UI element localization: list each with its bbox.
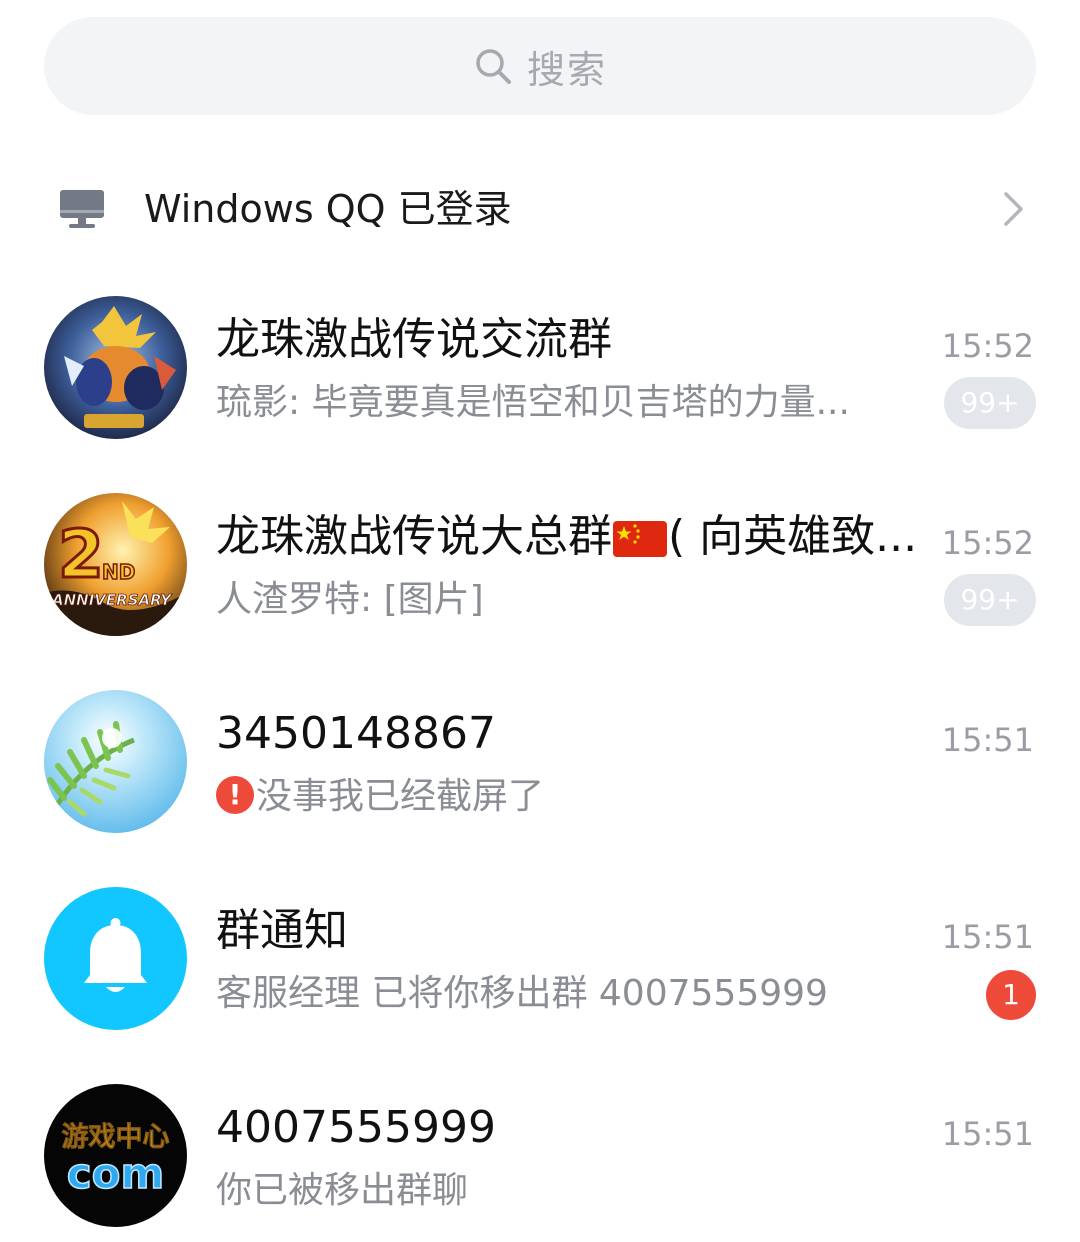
conversation-item[interactable]: 3450148867 15:51 ! 没事我已经截屏了 (0, 662, 1080, 859)
avatar: 游戏中心 com (44, 1084, 187, 1227)
avatar (44, 887, 187, 1030)
conversation-name-part: 龙珠激战传说大总群 (216, 511, 612, 562)
conversation-name-part: ( 向英雄致... (668, 511, 918, 562)
conversation-item[interactable]: 龙珠激战传说交流群 15:52 琉影: 毕竟要真是悟空和贝吉塔的力量... 99… (0, 268, 1080, 465)
unread-badge: 99+ (944, 574, 1036, 626)
search-icon (473, 46, 513, 86)
device-login-row[interactable]: Windows QQ 已登录 (0, 160, 1080, 260)
search-placeholder: 搜索 (526, 47, 607, 92)
conversation-preview: 你已被移出群聊 (216, 1170, 469, 1211)
avatar (44, 690, 187, 833)
avatar-text-bottom: com (67, 1149, 165, 1198)
conversation-preview: 琉影: 毕竟要真是悟空和贝吉塔的力量... (216, 382, 850, 423)
conversation-preview: ! 没事我已经截屏了 (216, 772, 896, 822)
conversation-preview: 客服经理 已将你移出群 4007555999 (216, 973, 828, 1014)
chevron-right-icon (1000, 190, 1026, 228)
china-flag-icon (612, 516, 668, 557)
conversation-name: 龙珠激战传说大总群 ( 向英雄致... (216, 509, 946, 565)
device-login-label: Windows QQ 已登录 (144, 187, 512, 231)
anniversary-label: ANNIVERSARY (51, 591, 173, 609)
conversation-name: 4007555999 (216, 1102, 496, 1153)
conversation-time: 15:52 (941, 327, 1034, 365)
conversation-name: 龙珠激战传说交流群 (216, 314, 612, 365)
conversation-time: 15:51 (941, 1115, 1034, 1153)
conversation-name: 3450148867 (216, 708, 496, 759)
unread-badge: 1 (986, 970, 1036, 1020)
conversation-name: 群通知 (216, 905, 348, 956)
conversation-time: 15:51 (941, 918, 1034, 956)
avatar (44, 296, 187, 439)
conversation-preview-text: 没事我已经截屏了 (256, 776, 545, 817)
avatar: 2 ND ANNIVERSARY (44, 493, 187, 636)
conversation-time: 15:51 (941, 721, 1034, 759)
conversation-item[interactable]: 2 ND ANNIVERSARY 龙珠激战传说大总群 ( 向英雄致... 15:5… (0, 465, 1080, 662)
unread-badge: 99+ (944, 377, 1036, 429)
search-bar[interactable]: 搜索 (44, 17, 1036, 115)
anniversary-suffix: ND (102, 560, 135, 584)
conversation-item[interactable]: 游戏中心 com 4007555999 15:51 你已被移出群聊 (0, 1056, 1080, 1242)
send-failed-icon: ! (216, 776, 254, 814)
conversation-item[interactable]: 群通知 15:51 客服经理 已将你移出群 4007555999 1 (0, 859, 1080, 1056)
anniversary-number: 2 (58, 516, 104, 593)
conversation-time: 15:52 (941, 524, 1034, 562)
monitor-icon (58, 188, 106, 230)
conversation-preview: 人渣罗特: [图片] (216, 579, 484, 620)
message-list-screen: 搜索 Windows QQ 已登录 龙珠激战传说交流群 15:52 琉影: 毕竟… (0, 0, 1080, 1242)
